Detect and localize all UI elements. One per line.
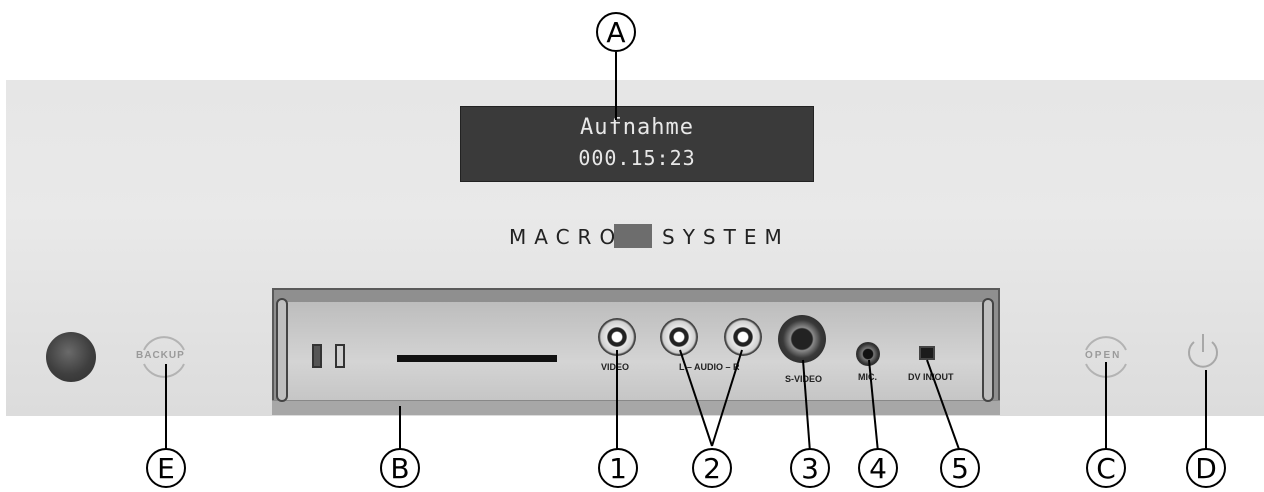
callout-1: 1 [598,448,638,488]
callout-5: 5 [940,448,980,488]
callout-b: B [380,448,420,488]
callout-lines [165,52,1207,453]
callout-a: A [596,12,636,52]
callout-c: C [1086,448,1126,488]
callout-2: 2 [692,448,732,488]
callout-e: E [146,448,186,488]
callout-d: D [1186,448,1226,488]
callout-4: 4 [858,448,898,488]
callout-3: 3 [790,448,830,488]
